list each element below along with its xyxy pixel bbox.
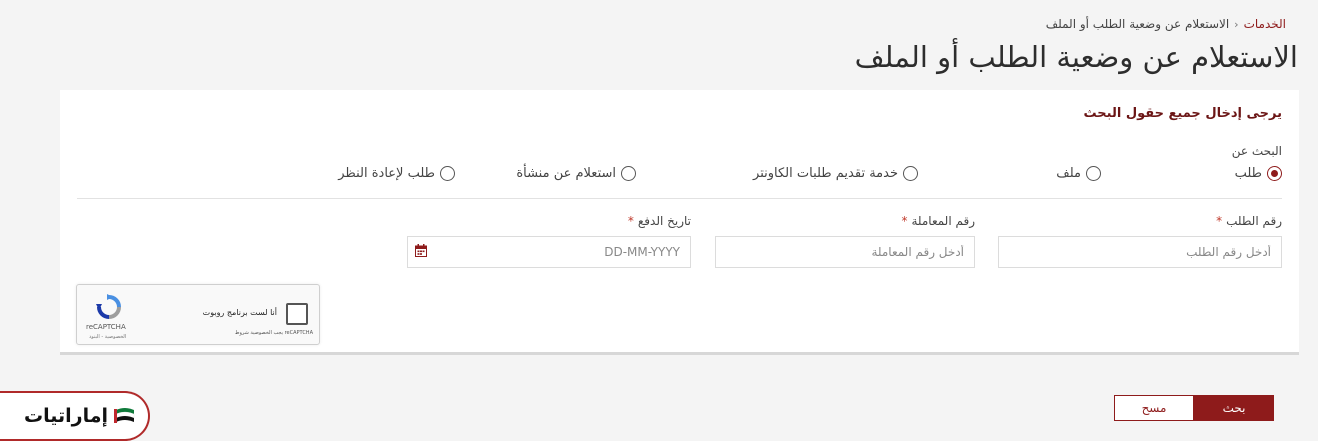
radio-button[interactable] bbox=[903, 165, 918, 181]
breadcrumb: الخدمات ‹ الاستعلام عن وضعية الطلب أو ال… bbox=[1046, 17, 1286, 31]
required-marker: * bbox=[1216, 214, 1223, 228]
clear-button[interactable]: مسح bbox=[1114, 395, 1194, 421]
uae-flag-icon bbox=[114, 408, 135, 423]
search-form-card: يرجى إدخال جميع حقول البحث البحث عن طلب … bbox=[60, 90, 1299, 355]
page-title: الاستعلام عن وضعية الطلب أو الملف bbox=[854, 40, 1298, 74]
breadcrumb-services-link[interactable]: الخدمات bbox=[1244, 17, 1286, 31]
radio-option-counter-service[interactable]: خدمة تقديم طلبات الكاونتر bbox=[753, 163, 918, 183]
radio-button-checked[interactable] bbox=[1267, 165, 1282, 181]
recaptcha-checkbox[interactable] bbox=[286, 303, 308, 325]
radio-button[interactable] bbox=[621, 165, 636, 181]
radio-option-application[interactable]: طلب bbox=[1235, 163, 1282, 183]
radio-label-application: طلب bbox=[1234, 165, 1262, 181]
breadcrumb-current: الاستعلام عن وضعية الطلب أو الملف bbox=[1045, 17, 1230, 31]
transaction-number-input[interactable] bbox=[715, 236, 975, 268]
radio-option-establishment-inquiry[interactable]: استعلام عن منشأة bbox=[516, 163, 636, 183]
radio-option-file[interactable]: ملف bbox=[1056, 163, 1101, 183]
required-marker: * bbox=[901, 214, 908, 228]
recaptcha-label: أنا لست برنامج روبوت bbox=[202, 308, 277, 317]
radio-option-reconsideration[interactable]: طلب لإعادة النظر bbox=[338, 163, 455, 183]
page: الخدمات ‹ الاستعلام عن وضعية الطلب أو ال… bbox=[0, 0, 1318, 441]
application-number-label: رقم الطلب* bbox=[1216, 214, 1282, 228]
search-button[interactable]: بحث bbox=[1194, 395, 1274, 421]
application-number-input[interactable] bbox=[998, 236, 1282, 268]
transaction-number-label: رقم المعاملة* bbox=[901, 214, 975, 228]
recaptcha-logo-icon bbox=[96, 294, 121, 319]
search-by-label: البحث عن bbox=[1231, 144, 1282, 158]
radio-label-reconsideration: طلب لإعادة النظر bbox=[338, 165, 435, 181]
recaptcha-widget: أنا لست برنامج روبوت reCAPTCHA يجب الخصو… bbox=[76, 284, 320, 345]
form-instructions: يرجى إدخال جميع حقول البحث bbox=[1083, 106, 1282, 121]
brand-logo: إماراتيات bbox=[0, 391, 150, 441]
radio-button[interactable] bbox=[1086, 165, 1101, 181]
calendar-icon[interactable] bbox=[415, 244, 427, 257]
payment-date-input[interactable] bbox=[407, 236, 691, 268]
radio-label-counter-service: خدمة تقديم طلبات الكاونتر bbox=[753, 165, 898, 181]
breadcrumb-separator: ‹ bbox=[1234, 17, 1239, 31]
radio-button[interactable] bbox=[440, 165, 455, 181]
radio-label-establishment-inquiry: استعلام عن منشأة bbox=[516, 165, 616, 181]
required-marker: * bbox=[627, 214, 634, 228]
radio-label-file: ملف bbox=[1056, 165, 1081, 181]
form-divider bbox=[77, 198, 1282, 199]
recaptcha-privacy-note: reCAPTCHA يجب الخصوصية شروط bbox=[234, 330, 313, 336]
recaptcha-terms-link[interactable]: الخصوصية - البنود bbox=[89, 334, 126, 340]
recaptcha-brand: reCAPTCHA bbox=[86, 323, 126, 331]
brand-name: إماراتيات bbox=[24, 405, 108, 427]
payment-date-label: تاريخ الدفع* bbox=[627, 214, 691, 228]
